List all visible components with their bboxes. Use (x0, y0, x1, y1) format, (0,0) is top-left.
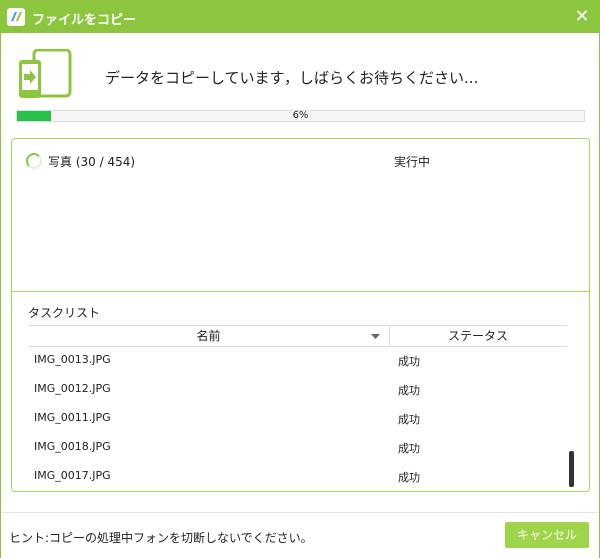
table-row[interactable]: IMG_0018.JPG 成功 (28, 435, 567, 464)
current-item-label: 写真 (30 / 454) (48, 155, 136, 169)
copy-message: データをコピーしています，しばらくお待ちください... (105, 69, 479, 87)
progress-panel: 写真 (30 / 454) 実行中 タスクリスト 名前 ステータス IMG_00… (11, 138, 590, 492)
column-header-name[interactable]: 名前 (28, 326, 390, 346)
table-row[interactable]: IMG_0013.JPG 成功 (28, 348, 567, 377)
column-header-status[interactable]: ステータス (390, 326, 566, 346)
file-name: IMG_0011.JPG (34, 411, 111, 424)
file-status: 成功 (398, 471, 420, 484)
table-row[interactable]: IMG_0017.JPG 成功 (28, 464, 567, 488)
hint-text: ヒント:コピーの処理中フォンを切断しないでください。 (9, 531, 313, 545)
title-bar: ファイルをコピー ✕ (1, 1, 599, 33)
file-status: 成功 (398, 355, 420, 368)
column-header-name-label: 名前 (196, 329, 221, 343)
task-list-title: タスクリスト (28, 306, 101, 320)
sort-down-icon (371, 334, 380, 339)
progress-bar: 6% (16, 110, 585, 122)
close-button[interactable]: ✕ (571, 6, 593, 28)
task-list-header: 名前 ステータス (28, 325, 567, 347)
copy-dialog: ファイルをコピー ✕ データをコピーしています，しばらくお待ちください... 6… (0, 0, 600, 558)
file-status: 成功 (398, 442, 420, 455)
close-icon: ✕ (574, 6, 590, 27)
cancel-button[interactable]: キャンセル (505, 522, 589, 548)
table-row[interactable]: IMG_0012.JPG 成功 (28, 377, 567, 406)
app-logo-icon (7, 8, 25, 26)
current-item-status: 実行中 (394, 155, 431, 169)
progress-label: 6% (292, 110, 309, 121)
spinner-icon (26, 153, 42, 169)
file-name: IMG_0012.JPG (34, 382, 111, 395)
file-name: IMG_0017.JPG (34, 469, 111, 482)
footer: ヒント:コピーの処理中フォンを切断しないでください。 キャンセル (1, 512, 599, 558)
file-status: 成功 (398, 413, 420, 426)
column-header-status-label: ステータス (447, 329, 508, 343)
file-name: IMG_0018.JPG (34, 440, 111, 453)
table-row[interactable]: IMG_0011.JPG 成功 (28, 406, 567, 435)
task-list-scrollbar[interactable] (569, 451, 574, 487)
task-list-rows: IMG_0013.JPG 成功 IMG_0012.JPG 成功 IMG_0011… (28, 348, 567, 488)
phone-tablet-transfer-icon (19, 49, 72, 98)
panel-divider (12, 291, 589, 292)
file-name: IMG_0013.JPG (34, 353, 111, 366)
file-status: 成功 (398, 384, 420, 397)
window-title: ファイルをコピー (32, 13, 137, 28)
